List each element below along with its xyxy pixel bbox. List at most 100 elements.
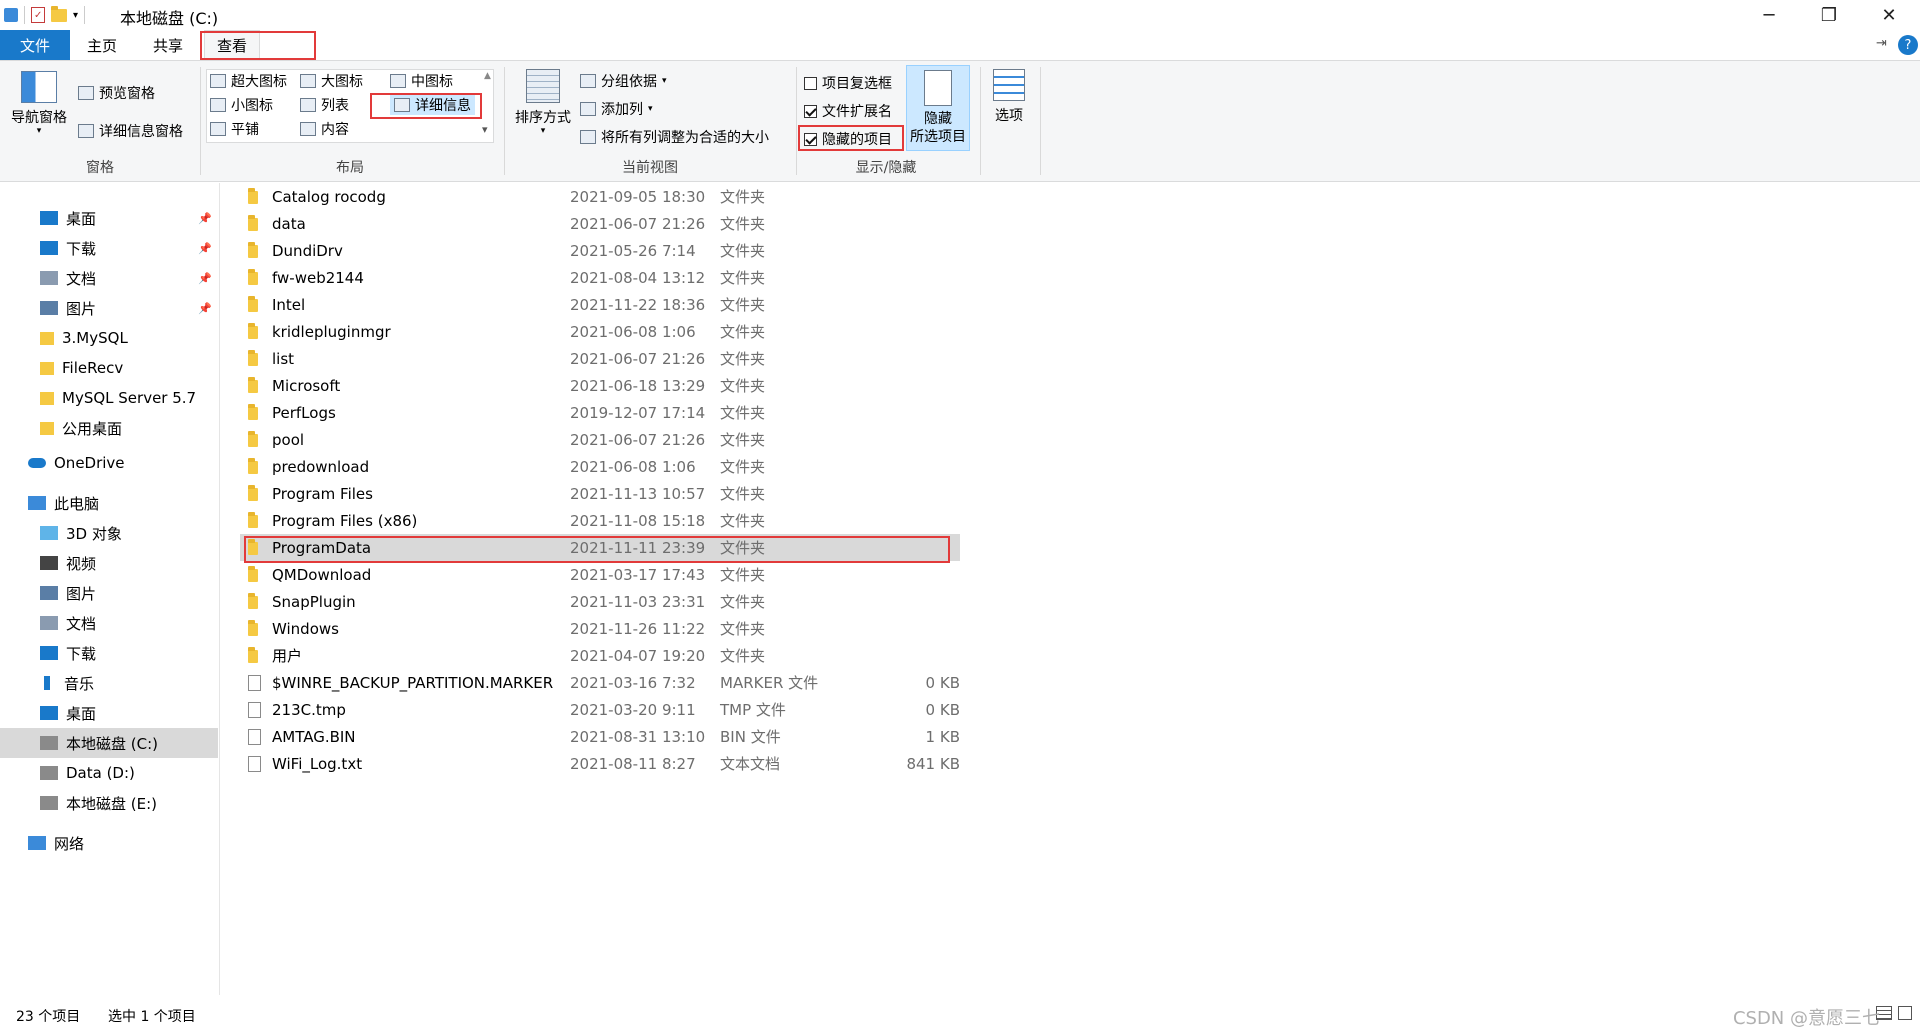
file-row[interactable]: Microsoft 2021-06-18 13:29 文件夹 <box>240 372 960 399</box>
details-pane-button[interactable]: 详细信息窗格 <box>78 121 183 141</box>
layout-extra-large-icons[interactable]: 超大图标 <box>210 71 287 91</box>
file-row[interactable]: Catalog rocodg 2021-09-05 18:30 文件夹 <box>240 183 960 210</box>
file-row[interactable]: 用户 2021-04-07 19:20 文件夹 <box>240 642 960 669</box>
nav-item[interactable]: 视频 <box>0 548 218 578</box>
pin-icon[interactable]: 📌 <box>198 242 212 255</box>
nav-item[interactable]: 网络 <box>0 828 218 858</box>
group-by-button[interactable]: 分组依据 ▾ <box>580 71 667 91</box>
group-label-layout: 布局 <box>336 160 364 176</box>
file-row[interactable]: predownload 2021-06-08 1:06 文件夹 <box>240 453 960 480</box>
file-row[interactable]: ProgramData 2021-11-11 23:39 文件夹 <box>240 534 960 561</box>
nav-item[interactable]: 图片 <box>0 578 218 608</box>
options-button[interactable]: 选项 <box>984 69 1034 125</box>
hide-selected-icon <box>924 70 952 106</box>
add-columns-button[interactable]: 添加列 ▾ <box>580 99 653 119</box>
file-row[interactable]: SnapPlugin 2021-11-03 23:31 文件夹 <box>240 588 960 615</box>
nav-item[interactable]: 图片 📌 <box>0 293 218 323</box>
sort-by-button[interactable]: 排序方式 ▾ <box>510 69 576 136</box>
navigation-pane-button[interactable]: 导航窗格 ▾ <box>6 71 72 136</box>
file-row[interactable]: Program Files 2021-11-13 10:57 文件夹 <box>240 480 960 507</box>
layout-tiles[interactable]: 平铺 <box>210 119 259 139</box>
tab-share[interactable]: 共享 <box>146 30 190 60</box>
size-all-columns-label: 将所有列调整为合适的大小 <box>601 130 769 146</box>
download-icon <box>40 646 58 660</box>
help-icon[interactable]: ? <box>1898 35 1918 55</box>
nav-item[interactable]: 桌面 📌 <box>0 203 218 233</box>
file-row[interactable]: fw-web2144 2021-08-04 13:12 文件夹 <box>240 264 960 291</box>
hide-selected-button[interactable]: 隐藏 所选项目 <box>906 65 970 151</box>
large-icons-view-icon[interactable] <box>1898 1006 1912 1020</box>
nav-item[interactable]: 公用桌面 <box>0 413 218 443</box>
nav-item[interactable]: OneDrive <box>0 448 218 478</box>
item-checkboxes-toggle[interactable]: 项目复选框 <box>804 73 892 93</box>
sort-by-icon <box>526 69 560 103</box>
file-row[interactable]: Windows 2021-11-26 11:22 文件夹 <box>240 615 960 642</box>
nav-item[interactable]: MySQL Server 5.7 <box>0 383 218 413</box>
close-button[interactable]: ✕ <box>1860 0 1918 30</box>
file-type: 文本文档 <box>720 755 781 773</box>
file-row[interactable]: AMTAG.BIN 2021-08-31 13:10 BIN 文件 1 KB <box>240 723 960 750</box>
nav-item[interactable]: 本地磁盘 (C:) <box>0 728 218 758</box>
nav-item[interactable]: 本地磁盘 (E:) <box>0 788 218 818</box>
new-folder-icon[interactable] <box>51 5 67 22</box>
file-date: 2021-06-08 1:06 <box>570 322 696 341</box>
nav-item[interactable]: 文档 <box>0 608 218 638</box>
tab-view[interactable]: 查看 <box>204 30 260 60</box>
hidden-items-checkbox[interactable] <box>804 132 817 146</box>
layout-large-icons[interactable]: 大图标 <box>300 71 363 91</box>
pin-icon[interactable]: 📌 <box>198 302 212 315</box>
nav-item[interactable]: 音乐 <box>0 668 218 698</box>
file-row[interactable]: $WINRE_BACKUP_PARTITION.MARKER 2021-03-16… <box>240 669 960 696</box>
file-row[interactable]: Program Files (x86) 2021-11-08 15:18 文件夹 <box>240 507 960 534</box>
restore-button[interactable]: ❐ <box>1800 0 1858 30</box>
layout-small-icons[interactable]: 小图标 <box>210 95 273 115</box>
pin-icon[interactable]: 📌 <box>198 212 212 225</box>
file-row[interactable]: 213C.tmp 2021-03-20 9:11 TMP 文件 0 KB <box>240 696 960 723</box>
file-row[interactable]: PerfLogs 2019-12-07 17:14 文件夹 <box>240 399 960 426</box>
nav-item[interactable]: Data (D:) <box>0 758 218 788</box>
item-checkboxes-checkbox[interactable] <box>804 76 817 90</box>
file-row[interactable]: pool 2021-06-07 21:26 文件夹 <box>240 426 960 453</box>
layout-list[interactable]: 列表 <box>300 95 349 115</box>
file-name: kridlepluginmgr <box>272 322 391 341</box>
properties-icon[interactable]: ✓ <box>31 7 45 23</box>
layout-details[interactable]: 详细信息 <box>390 95 475 115</box>
file-row[interactable]: DundiDrv 2021-05-26 7:14 文件夹 <box>240 237 960 264</box>
nav-item[interactable]: 下载 📌 <box>0 233 218 263</box>
file-row[interactable]: Intel 2021-11-22 18:36 文件夹 <box>240 291 960 318</box>
nav-item[interactable]: 3.MySQL <box>0 323 218 353</box>
hidden-items-toggle[interactable]: 隐藏的项目 <box>804 129 892 149</box>
file-row[interactable]: WiFi_Log.txt 2021-08-11 8:27 文本文档 841 KB <box>240 750 960 777</box>
size-all-columns-button[interactable]: 将所有列调整为合适的大小 <box>580 127 769 147</box>
explorer-app-icon[interactable] <box>4 8 18 22</box>
nav-item[interactable]: 3D 对象 <box>0 518 218 548</box>
file-extensions-checkbox[interactable] <box>804 104 817 118</box>
layout-medium-icons[interactable]: 中图标 <box>390 71 453 91</box>
minimize-button[interactable]: ─ <box>1740 0 1798 30</box>
gallery-more-icon[interactable]: ▾ <box>482 123 488 136</box>
folder-icon <box>40 421 54 435</box>
nav-item[interactable]: 下载 <box>0 638 218 668</box>
tab-home[interactable]: 主页 <box>80 30 124 60</box>
file-type: MARKER 文件 <box>720 674 819 692</box>
file-date: 2021-11-03 23:31 <box>570 592 706 611</box>
layout-content[interactable]: 内容 <box>300 119 349 139</box>
file-row[interactable]: data 2021-06-07 21:26 文件夹 <box>240 210 960 237</box>
nav-item[interactable]: 此电脑 <box>0 488 218 518</box>
pin-icon[interactable]: 📌 <box>198 272 212 285</box>
file-row[interactable]: kridlepluginmgr 2021-06-08 1:06 文件夹 <box>240 318 960 345</box>
gallery-scroll-up-icon[interactable]: ▲ <box>484 71 491 81</box>
file-row[interactable]: QMDownload 2021-03-17 17:43 文件夹 <box>240 561 960 588</box>
nav-item-label: 公用桌面 <box>62 419 123 438</box>
chevron-down-icon[interactable]: ▾ <box>73 10 78 21</box>
pin-ribbon-icon[interactable]: ⇥ <box>1876 36 1887 51</box>
nav-item[interactable]: 桌面 <box>0 698 218 728</box>
nav-item-label: 文档 <box>66 269 97 288</box>
file-name: DundiDrv <box>272 241 343 260</box>
file-row[interactable]: list 2021-06-07 21:26 文件夹 <box>240 345 960 372</box>
preview-pane-button[interactable]: 预览窗格 <box>78 83 155 103</box>
tab-file[interactable]: 文件 <box>0 30 70 60</box>
nav-item[interactable]: 文档 📌 <box>0 263 218 293</box>
file-extensions-toggle[interactable]: 文件扩展名 <box>804 101 892 121</box>
nav-item[interactable]: FileRecv <box>0 353 218 383</box>
